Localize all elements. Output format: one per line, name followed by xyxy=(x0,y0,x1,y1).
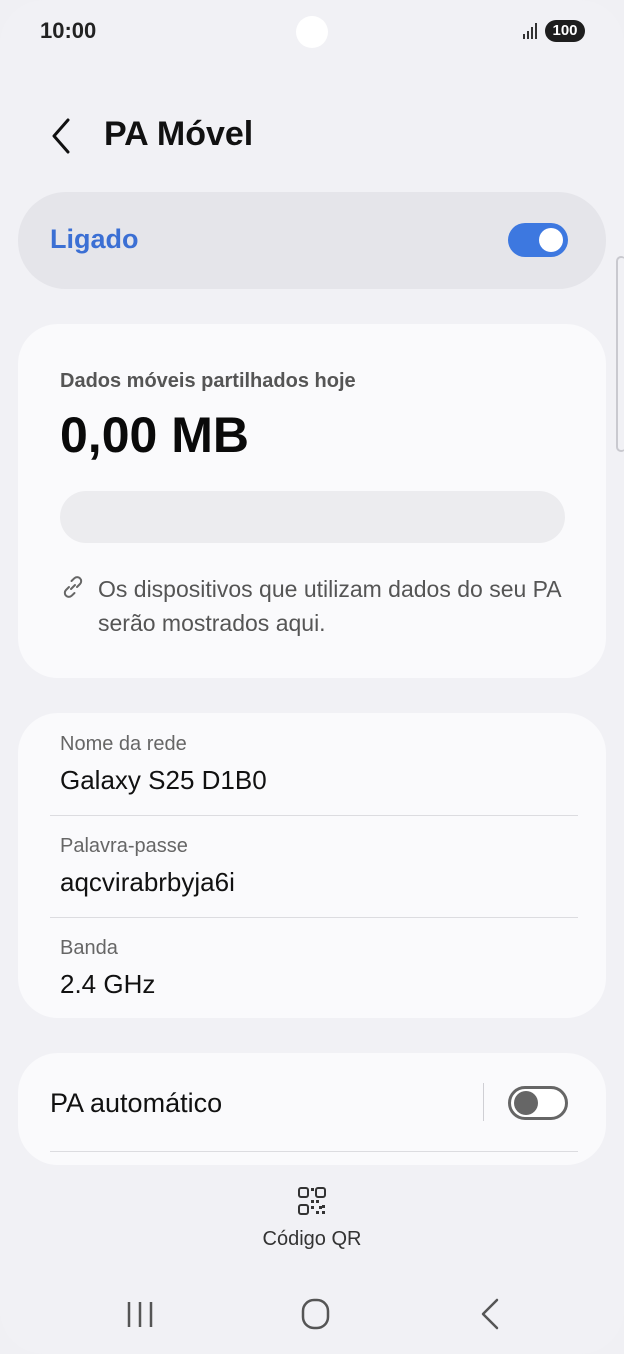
qr-code-button[interactable]: Código QR xyxy=(240,1180,384,1260)
data-usage-bar xyxy=(60,491,565,543)
auto-hotspot-label: PA automático xyxy=(50,1088,223,1118)
battery-icon: 100 xyxy=(545,20,585,42)
data-usage-card: Dados móveis partilhados hoje 0,00 MB Os… xyxy=(18,324,606,678)
network-name-value: Galaxy S25 D1B0 xyxy=(60,765,267,795)
data-usage-value: 0,00 MB xyxy=(60,407,249,463)
camera-cutout xyxy=(296,16,328,48)
toggle-knob xyxy=(514,1091,538,1115)
status-time: 10:00 xyxy=(40,18,97,43)
back-icon[interactable] xyxy=(460,1292,520,1338)
password-value: aqcvirabrbyja6i xyxy=(60,867,235,897)
password-label: Palavra-passe xyxy=(60,835,188,857)
devices-info-text: Os dispositivos que utilizam dados do se… xyxy=(98,576,561,636)
vertical-separator xyxy=(483,1083,484,1121)
recent-apps-icon[interactable] xyxy=(110,1292,170,1338)
status-bar: 10:00 100 xyxy=(0,0,624,64)
navigation-bar xyxy=(0,1280,624,1354)
page-title: PA Móvel xyxy=(104,115,254,153)
password-row[interactable]: Palavra-passe aqcvirabrbyja6i xyxy=(18,815,606,917)
link-icon xyxy=(63,576,83,598)
phone-screen: 10:00 100 PA Móvel Ligado Dados móveis p… xyxy=(0,0,624,1354)
band-label: Banda xyxy=(60,937,118,959)
auto-hotspot-toggle[interactable] xyxy=(508,1086,568,1120)
band-value: 2.4 GHz xyxy=(60,969,156,999)
divider xyxy=(50,1151,578,1152)
network-name-row[interactable]: Nome da rede Galaxy S25 D1B0 xyxy=(18,713,606,815)
data-usage-caption: Dados móveis partilhados hoje xyxy=(60,370,356,392)
master-toggle[interactable] xyxy=(508,223,568,257)
qr-code-icon xyxy=(298,1187,326,1215)
auto-hotspot-row[interactable]: PA automático xyxy=(18,1053,606,1165)
toggle-knob xyxy=(539,228,563,252)
band-row[interactable]: Banda 2.4 GHz xyxy=(18,917,606,1019)
back-arrow-icon[interactable] xyxy=(44,116,80,156)
scrollbar[interactable] xyxy=(616,256,624,452)
master-switch-row[interactable]: Ligado xyxy=(18,192,606,289)
home-icon[interactable] xyxy=(285,1292,345,1338)
network-name-label: Nome da rede xyxy=(60,733,187,755)
qr-code-label: Código QR xyxy=(262,1228,362,1250)
master-switch-label: Ligado xyxy=(50,224,139,254)
network-settings-card: Nome da rede Galaxy S25 D1B0 Palavra-pas… xyxy=(18,713,606,1018)
signal-icon xyxy=(523,23,537,39)
